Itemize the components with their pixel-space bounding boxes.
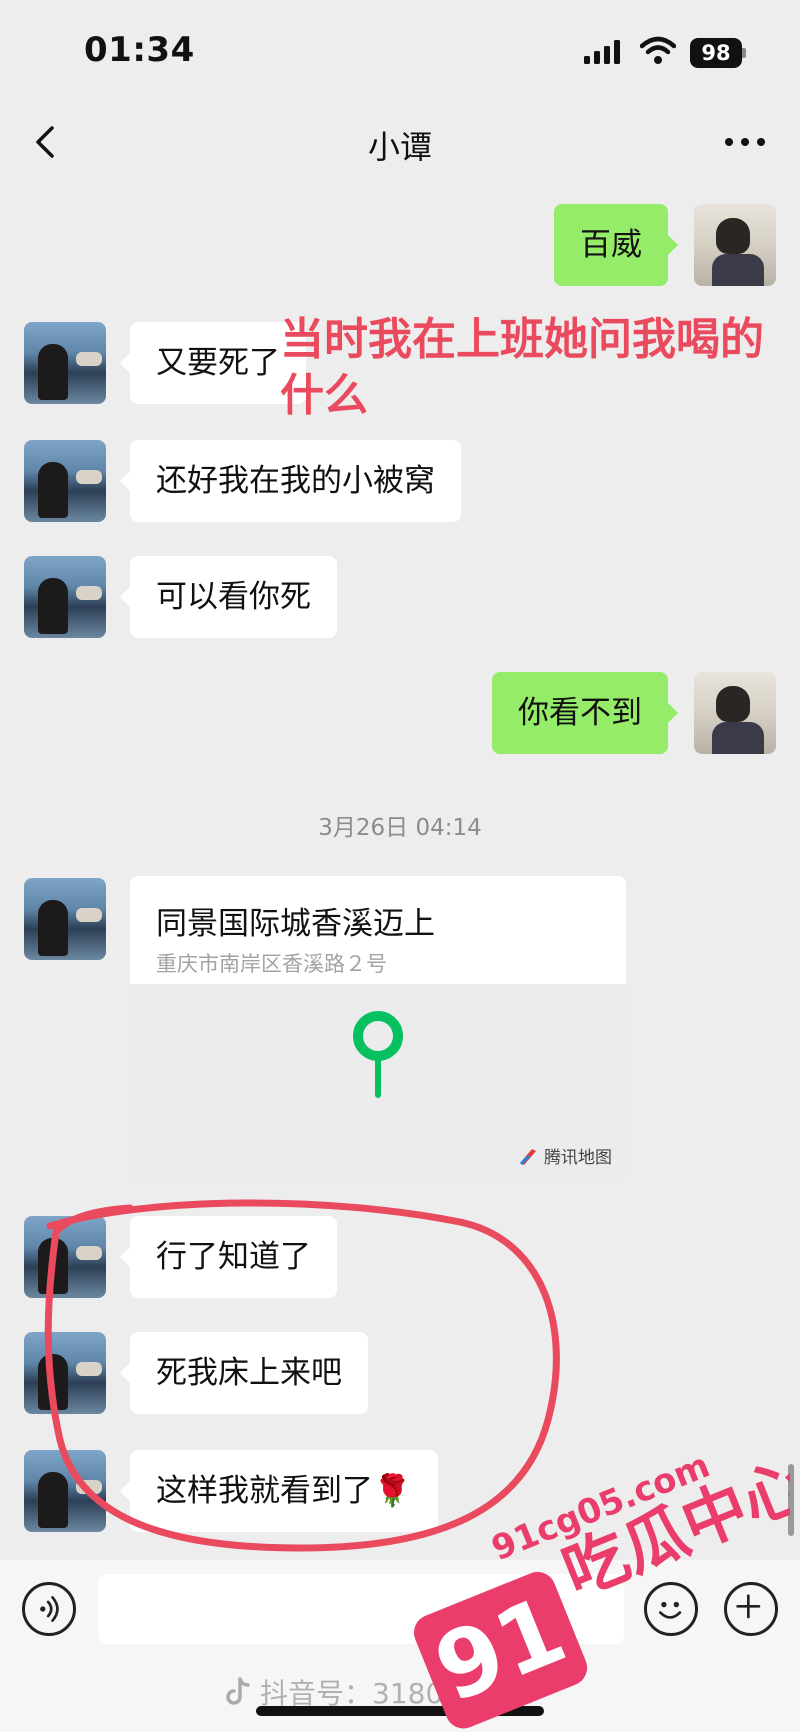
battery-cap [742, 48, 746, 58]
message-bubble[interactable]: 行了知道了 [120, 1216, 337, 1298]
voice-icon[interactable] [22, 1582, 76, 1636]
location-pin-icon [353, 1011, 403, 1098]
avatar-contact[interactable] [24, 556, 106, 638]
overlay-caption: 当时我在上班她问我喝的什么 [280, 314, 764, 421]
location-card[interactable]: 同景国际城香溪迈上 重庆市南岸区香溪路２号 腾讯地图 [130, 876, 626, 1182]
chat-title: 小谭 [367, 128, 432, 166]
message-incoming: 可以看你死 [0, 556, 800, 638]
avatar-contact[interactable] [24, 1216, 106, 1298]
map-brand: 腾讯地图 [518, 1143, 612, 1168]
wifi-icon [640, 36, 676, 64]
avatar-contact[interactable] [24, 1450, 106, 1532]
signal-icon [584, 40, 620, 64]
tencent-map-icon [520, 1148, 536, 1165]
timestamp-divider: 3月26日 04:14 [318, 815, 482, 841]
location-address: 重庆市南岸区香溪路２号 [156, 952, 387, 976]
message-outgoing: 百威 [0, 204, 800, 286]
message-incoming: 行了知道了 [0, 1216, 800, 1298]
battery-level: 98 [690, 38, 742, 68]
site-watermark-logo: 91 91cg05.com 吃瓜中心 [413, 1445, 790, 1729]
location-map-preview: 腾讯地图 [130, 984, 626, 1182]
message-bubble[interactable]: 你看不到 [492, 672, 678, 754]
message-bubble[interactable]: 百威 [554, 204, 678, 286]
status-time: 01:34 [84, 30, 195, 70]
location-name: 同景国际城香溪迈上 [156, 906, 435, 942]
message-outgoing: 你看不到 [0, 672, 800, 754]
message-bubble[interactable]: 还好我在我的小被窝 [120, 440, 461, 522]
more-icon[interactable] [720, 130, 770, 154]
message-incoming: 还好我在我的小被窝 [0, 440, 800, 522]
avatar-self[interactable] [694, 204, 776, 286]
avatar-contact[interactable] [24, 440, 106, 522]
message-bubble[interactable]: 可以看你死 [120, 556, 337, 638]
avatar-contact[interactable] [24, 322, 106, 404]
tiktok-icon [226, 1677, 250, 1705]
avatar-self[interactable] [694, 672, 776, 754]
avatar-contact[interactable] [24, 1332, 106, 1414]
status-bar: 01:34 98 [0, 0, 800, 100]
message-incoming: 死我床上来吧 [0, 1332, 800, 1414]
map-brand-label: 腾讯地图 [544, 1148, 612, 1168]
chat-header: 小谭 [0, 100, 800, 186]
message-bubble[interactable]: 死我床上来吧 [120, 1332, 368, 1414]
avatar-contact[interactable] [24, 878, 106, 960]
battery-indicator: 98 [690, 38, 746, 68]
